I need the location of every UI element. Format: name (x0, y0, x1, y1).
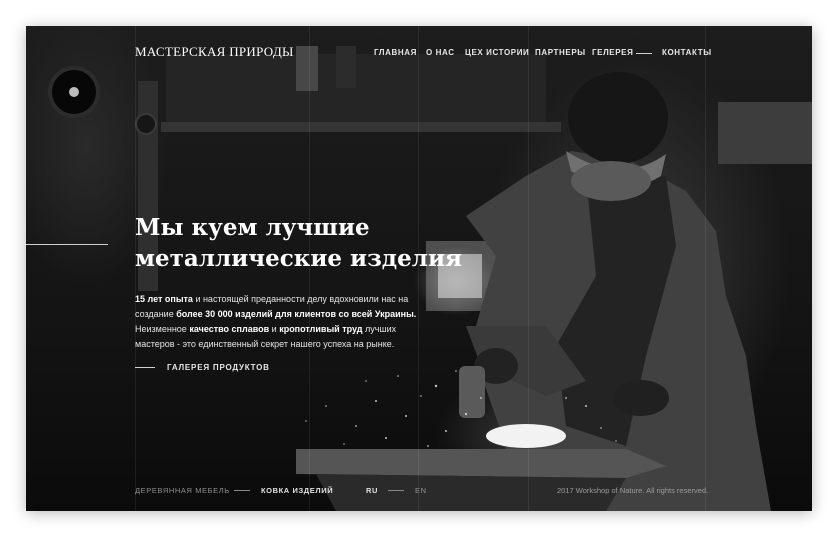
hero-headline: Мы куем лучшие металлические изделия (135, 212, 495, 274)
description-text: Неизменное (135, 324, 190, 334)
description-text: мастеров - это единственный секрет нашег… (135, 339, 395, 349)
language-en-button[interactable]: EN (415, 486, 427, 495)
footer-category-wood-furniture[interactable]: ДЕРЕВЯННАЯ МЕБЕЛЬ (135, 486, 230, 495)
hero-accent-line (26, 244, 108, 245)
highlight-text: 15 лет опыта (135, 294, 193, 304)
nav-active-indicator (636, 53, 652, 54)
nav-item-contacts[interactable]: КОНТАКТЫ (662, 48, 712, 57)
site-logo[interactable]: МАСТЕРСКАЯ ПРИРОДЫ (135, 44, 294, 60)
highlight-text: более 30 000 изделий для клиентов со все… (176, 309, 417, 319)
gallery-link-dash (135, 367, 155, 368)
grid-guide-line (528, 26, 529, 511)
footer-category-forging[interactable]: КОВКА ИЗДЕЛИЙ (261, 486, 333, 495)
description-text: лучших (362, 324, 397, 334)
copyright-text: 2017 Workshop of Nature. All rights rese… (557, 486, 709, 495)
description-text: создание (135, 309, 177, 319)
grid-guide-line (705, 26, 706, 511)
nav-item-home[interactable]: ГЛАВНАЯ (374, 48, 417, 57)
browser-viewport: МАСТЕРСКАЯ ПРИРОДЫ ГЛАВНАЯ О НАС ЦЕХ ИСТ… (26, 26, 812, 511)
language-divider (388, 490, 404, 491)
nav-item-history[interactable]: ЦЕХ ИСТОРИИ (465, 48, 529, 57)
description-text: и настоящей преданности делу вдохновили … (192, 294, 409, 304)
description-text: и (269, 324, 280, 334)
highlight-text: качество сплавов (189, 324, 270, 334)
nav-item-gallery[interactable]: ГЕЛЕРЕЯ (592, 48, 633, 57)
gallery-products-link[interactable]: ГАЛЕРЕЯ ПРОДУКТОВ (167, 363, 270, 372)
nav-item-partners[interactable]: ПАРТНЕРЫ (535, 48, 586, 57)
language-ru-button[interactable]: RU (366, 486, 378, 495)
hero-headline-line: Мы куем лучшие (135, 214, 370, 241)
hero-headline-line: металлические изделия (135, 245, 463, 272)
highlight-text: кропотливый труд (279, 324, 363, 334)
hero-description: 15 лет опыта и настоящей преданности дел… (135, 292, 425, 352)
nav-item-about[interactable]: О НАС (426, 48, 455, 57)
footer-divider (234, 490, 250, 491)
